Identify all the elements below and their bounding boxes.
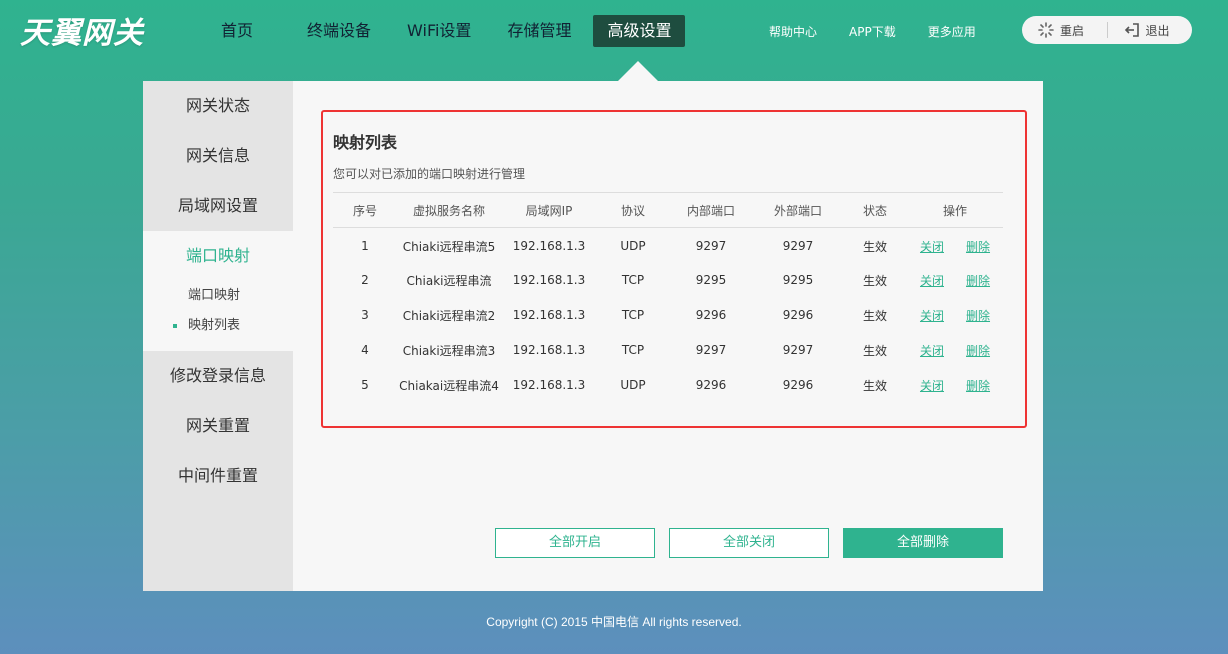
cell-status: 生效 [862, 239, 887, 254]
cell-external-port: 9296 [782, 378, 814, 392]
cell-internal-port: 9297 [695, 239, 727, 254]
cell-status: 生效 [862, 343, 887, 358]
cell-internal-port: 9297 [695, 343, 727, 357]
cell-lan-ip: 192.168.1.3 [512, 308, 586, 322]
cell-actions: 关闭 删除 [907, 263, 1003, 298]
close-link[interactable]: 关闭 [920, 238, 944, 255]
cell-status: 生效 [862, 273, 887, 288]
cell-index: 2 [361, 273, 369, 287]
logout-button[interactable]: 退出 [1108, 22, 1193, 39]
cell-external-port: 9297 [782, 343, 814, 357]
mapping-table: 序号 虚拟服务名称 局域网IP 协议 内部端口 外部端口 状态 操作 1 Chia… [333, 192, 1003, 403]
cell-index: 5 [361, 378, 369, 392]
cell-actions: 关闭 删除 [907, 333, 1003, 368]
top-actions: 重启 退出 [1022, 16, 1192, 44]
nav-devices[interactable]: 终端设备 [293, 15, 385, 47]
logout-icon [1124, 23, 1139, 37]
table-row: 5 Chiakai远程串流4 192.168.1.3 UDP 9296 9296 生效 关闭 删… [333, 368, 1003, 403]
logout-label: 退出 [1145, 23, 1170, 38]
close-link[interactable]: 关闭 [920, 342, 944, 359]
delete-link[interactable]: 删除 [966, 238, 990, 255]
restart-icon [1038, 22, 1054, 38]
row-actions: 关闭 删除 [907, 307, 1003, 324]
col-lan-ip: 局域网IP [525, 203, 573, 218]
cell-internal-port: 9295 [695, 273, 727, 287]
content-layer: 映射列表 您可以对已添加的端口映射进行管理 序号 虚拟服务名称 局域网IP 协议… [143, 81, 1043, 591]
mapping-title: 映射列表 [333, 133, 398, 152]
close-link[interactable]: 关闭 [920, 272, 944, 289]
restart-button[interactable]: 重启 [1022, 22, 1107, 39]
cell-protocol: TCP [621, 308, 645, 322]
nav-home[interactable]: 首页 [207, 15, 267, 47]
cell-status: 生效 [862, 378, 887, 393]
close-all-button[interactable]: 全部关闭 [669, 528, 829, 558]
nav-pointer [618, 61, 658, 81]
table-header-row: 序号 虚拟服务名称 局域网IP 协议 内部端口 外部端口 状态 操作 [333, 192, 1003, 228]
cell-service-name: Chiaki远程串流3 [402, 343, 496, 358]
nav-advanced[interactable]: 高级设置 [593, 15, 686, 47]
cell-actions: 关闭 删除 [907, 368, 1003, 403]
app-download-link[interactable]: APP下载 [849, 23, 896, 40]
delete-link[interactable]: 删除 [966, 307, 990, 324]
cell-index: 3 [361, 308, 369, 322]
col-actions: 操作 [942, 203, 967, 218]
footer-copyright: Copyright (C) 2015 中国电信 All rights reser… [486, 615, 742, 629]
row-actions: 关闭 删除 [907, 272, 1003, 289]
logo: 天翼网关 [20, 16, 144, 51]
table-body: 1 Chiaki远程串流5 192.168.1.3 UDP 9297 9297 生效 关闭 删除… [333, 228, 1003, 403]
col-protocol: 协议 [620, 203, 645, 218]
cell-index: 4 [361, 343, 369, 357]
nav-storage[interactable]: 存储管理 [493, 15, 585, 47]
cell-service-name: Chiaki远程串流 [406, 273, 492, 288]
col-service-name: 虚拟服务名称 [412, 203, 485, 218]
delete-link[interactable]: 删除 [966, 272, 990, 289]
cell-internal-port: 9296 [695, 378, 727, 392]
cell-external-port: 9295 [782, 273, 814, 287]
row-actions: 关闭 删除 [907, 377, 1003, 394]
col-external-port: 外部端口 [773, 203, 822, 218]
table-row: 4 Chiaki远程串流3 192.168.1.3 TCP 9297 9297 生效 关闭 删除 [333, 333, 1003, 368]
cell-lan-ip: 192.168.1.3 [512, 378, 586, 392]
mapping-description: 您可以对已添加的端口映射进行管理 [333, 167, 526, 181]
col-internal-port: 内部端口 [686, 203, 735, 218]
cell-protocol: TCP [621, 273, 645, 287]
cell-index: 1 [361, 239, 369, 254]
cell-actions: 关闭 删除 [907, 228, 1003, 263]
nav-wifi[interactable]: WiFi设置 [393, 15, 485, 47]
table-row: 2 Chiaki远程串流 192.168.1.3 TCP 9295 9295 生效 关闭 删除 [333, 263, 1003, 298]
cell-lan-ip: 192.168.1.3 [512, 239, 586, 254]
cell-external-port: 9296 [782, 308, 814, 322]
close-link[interactable]: 关闭 [920, 377, 944, 394]
delete-link[interactable]: 删除 [966, 342, 990, 359]
row-actions: 关闭 删除 [907, 238, 1003, 255]
table-row: 1 Chiaki远程串流5 192.168.1.3 UDP 9297 9297 生效 关闭 删除 [333, 228, 1003, 263]
cell-lan-ip: 192.168.1.3 [512, 343, 586, 357]
cell-actions: 关闭 删除 [907, 298, 1003, 333]
cell-status: 生效 [862, 308, 887, 323]
cell-service-name: Chiaki远程串流2 [402, 308, 496, 323]
cell-external-port: 9297 [782, 239, 814, 254]
table-row: 3 Chiaki远程串流2 192.168.1.3 TCP 9296 9296 生效 关闭 删除 [333, 298, 1003, 333]
cell-protocol: UDP [620, 239, 646, 254]
top-links: 帮助中心 APP下载 更多应用 [769, 23, 976, 40]
delete-link[interactable]: 删除 [966, 377, 990, 394]
col-index: 序号 [352, 203, 377, 218]
cell-internal-port: 9296 [695, 308, 727, 322]
cell-lan-ip: 192.168.1.3 [512, 273, 586, 287]
delete-all-button[interactable]: 全部删除 [843, 528, 1003, 558]
more-apps-link[interactable]: 更多应用 [928, 23, 976, 40]
cell-protocol: TCP [621, 343, 645, 357]
cell-protocol: UDP [620, 378, 646, 392]
enable-all-button[interactable]: 全部开启 [495, 528, 655, 558]
row-actions: 关闭 删除 [907, 342, 1003, 359]
cell-service-name: Chiaki远程串流5 [402, 239, 496, 254]
restart-label: 重启 [1060, 23, 1085, 38]
help-center-link[interactable]: 帮助中心 [769, 23, 817, 40]
col-status: 状态 [862, 203, 887, 218]
cell-service-name: Chiakai远程串流4 [399, 378, 499, 393]
close-link[interactable]: 关闭 [920, 307, 944, 324]
main-nav: 首页 终端设备 WiFi设置 存储管理 高级设置 [207, 15, 691, 47]
